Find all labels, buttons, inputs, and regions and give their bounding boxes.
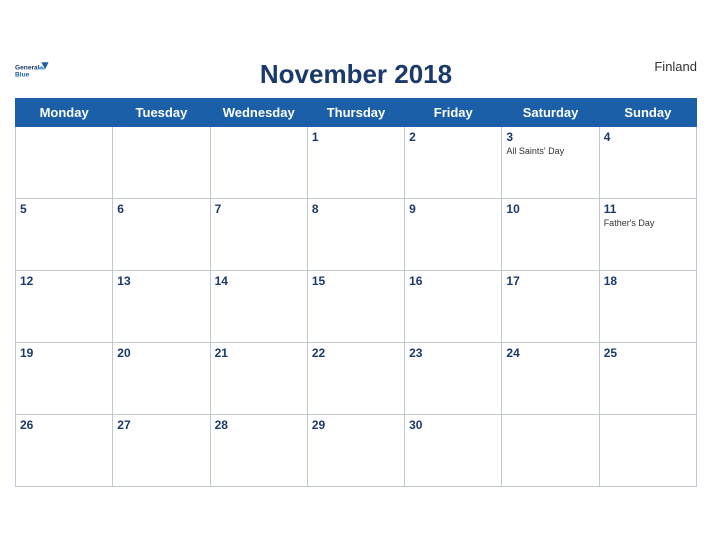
country-label: Finland	[654, 59, 697, 74]
calendar-wrapper: General Blue November 2018 Finland Monda…	[0, 49, 712, 502]
calendar-cell: 15	[307, 270, 404, 342]
day-number: 13	[117, 274, 205, 288]
day-number: 6	[117, 202, 205, 216]
calendar-title: November 2018	[260, 59, 452, 90]
day-number: 1	[312, 130, 400, 144]
calendar-cell: 8	[307, 198, 404, 270]
calendar-week-row: 123 All Saints' Day 4	[16, 126, 697, 198]
weekday-header-row: Monday Tuesday Wednesday Thursday Friday…	[16, 98, 697, 126]
weekday-sunday: Sunday	[599, 98, 696, 126]
calendar-cell	[113, 126, 210, 198]
day-number: 30	[409, 418, 497, 432]
calendar-week-row: 26 27 28 29 30	[16, 414, 697, 486]
calendar-cell: 5	[16, 198, 113, 270]
calendar-cell: 16	[405, 270, 502, 342]
calendar-cell: 27	[113, 414, 210, 486]
day-number: 15	[312, 274, 400, 288]
calendar-cell: 26	[16, 414, 113, 486]
calendar-cell	[502, 414, 599, 486]
calendar-cell: 9	[405, 198, 502, 270]
day-number: 26	[20, 418, 108, 432]
day-number: 10	[506, 202, 594, 216]
calendar-week-row: 12 13 14 15 16 17 18	[16, 270, 697, 342]
day-number: 19	[20, 346, 108, 360]
calendar-cell	[16, 126, 113, 198]
calendar-cell: 21	[210, 342, 307, 414]
calendar-cell: 28	[210, 414, 307, 486]
calendar-week-row: 19 20 21 22 23 24 25	[16, 342, 697, 414]
day-number: 29	[312, 418, 400, 432]
weekday-saturday: Saturday	[502, 98, 599, 126]
logo-area: General Blue	[15, 59, 51, 87]
calendar-cell: 12	[16, 270, 113, 342]
calendar-cell: 30	[405, 414, 502, 486]
calendar-cell: 2	[405, 126, 502, 198]
day-number: 8	[312, 202, 400, 216]
calendar-cell: 11 Father's Day	[599, 198, 696, 270]
day-number: 28	[215, 418, 303, 432]
calendar-cell: 14	[210, 270, 307, 342]
day-number: 24	[506, 346, 594, 360]
calendar-week-row: 56789 10 11 Father's Day	[16, 198, 697, 270]
day-number: 25	[604, 346, 692, 360]
day-number: 27	[117, 418, 205, 432]
calendar-header: General Blue November 2018 Finland	[15, 59, 697, 90]
weekday-monday: Monday	[16, 98, 113, 126]
calendar-cell: 4	[599, 126, 696, 198]
day-number: 22	[312, 346, 400, 360]
calendar-cell: 20	[113, 342, 210, 414]
day-number: 4	[604, 130, 692, 144]
calendar-cell: 1	[307, 126, 404, 198]
calendar-cell: 22	[307, 342, 404, 414]
event-label: All Saints' Day	[506, 146, 594, 157]
svg-text:General: General	[15, 64, 40, 71]
day-number: 7	[215, 202, 303, 216]
logo-icon: General Blue	[15, 59, 51, 87]
day-number: 18	[604, 274, 692, 288]
weekday-wednesday: Wednesday	[210, 98, 307, 126]
day-number: 9	[409, 202, 497, 216]
day-number: 20	[117, 346, 205, 360]
weekday-friday: Friday	[405, 98, 502, 126]
calendar-cell	[599, 414, 696, 486]
calendar-cell: 3 All Saints' Day	[502, 126, 599, 198]
calendar-cell: 17	[502, 270, 599, 342]
day-number: 17	[506, 274, 594, 288]
calendar-cell: 18	[599, 270, 696, 342]
weekday-thursday: Thursday	[307, 98, 404, 126]
weekday-tuesday: Tuesday	[113, 98, 210, 126]
day-number: 21	[215, 346, 303, 360]
day-number: 12	[20, 274, 108, 288]
calendar-cell: 13	[113, 270, 210, 342]
day-number: 11	[604, 202, 692, 216]
day-number: 3	[506, 130, 594, 144]
calendar-cell: 24	[502, 342, 599, 414]
day-number: 14	[215, 274, 303, 288]
calendar-cell: 10	[502, 198, 599, 270]
calendar-cell: 19	[16, 342, 113, 414]
calendar-cell: 6	[113, 198, 210, 270]
calendar-cell: 7	[210, 198, 307, 270]
day-number: 16	[409, 274, 497, 288]
event-label: Father's Day	[604, 218, 692, 229]
svg-text:Blue: Blue	[15, 71, 30, 78]
day-number: 23	[409, 346, 497, 360]
calendar-cell: 23	[405, 342, 502, 414]
day-number: 5	[20, 202, 108, 216]
calendar-cell: 29	[307, 414, 404, 486]
calendar-cell: 25	[599, 342, 696, 414]
calendar-cell	[210, 126, 307, 198]
day-number: 2	[409, 130, 497, 144]
calendar-table: Monday Tuesday Wednesday Thursday Friday…	[15, 98, 697, 487]
